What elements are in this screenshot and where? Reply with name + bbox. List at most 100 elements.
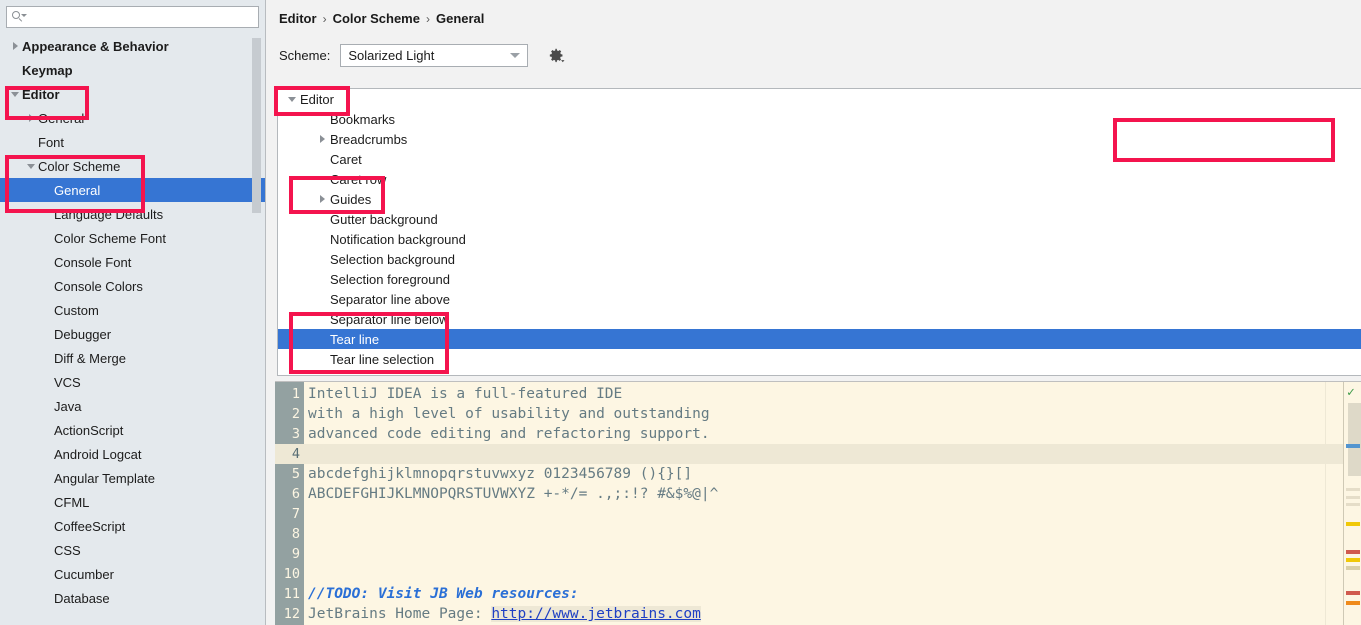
sidebar-item-debugger[interactable]: Debugger <box>0 322 265 346</box>
attribute-item-tear-line-selection[interactable]: Tear line selection <box>278 349 1361 369</box>
sidebar-item-language-defaults[interactable]: Language Defaults <box>0 202 265 226</box>
attribute-item-caret[interactable]: Caret <box>278 149 1361 169</box>
attribute-item-label: Tear line selection <box>330 351 435 367</box>
sidebar-item-java[interactable]: Java <box>0 394 265 418</box>
chevron-right-icon[interactable] <box>314 135 330 143</box>
settings-dialog: Appearance & Behavior Keymap Editor General… <box>0 0 1361 625</box>
search-box[interactable] <box>6 6 259 28</box>
sidebar-item-angular-template[interactable]: Angular Template <box>0 466 265 490</box>
error-stripe-marker[interactable] <box>1346 444 1360 448</box>
attribute-item-label: Notification background <box>330 231 466 247</box>
line-number: 6 <box>291 486 300 502</box>
sidebar-item-general[interactable]: General <box>0 106 265 130</box>
sidebar-item-label: General <box>54 182 101 198</box>
sidebar-item-android-logcat[interactable]: Android Logcat <box>0 442 265 466</box>
attribute-item-label: Gutter background <box>330 211 438 227</box>
chevron-right-icon[interactable] <box>24 114 38 122</box>
attribute-item-selection-background[interactable]: Selection background <box>278 249 1361 269</box>
line-number: 1 <box>291 386 300 402</box>
sidebar-item-label: Cucumber <box>54 566 114 582</box>
search-input[interactable] <box>26 10 253 24</box>
chevron-down-icon <box>510 53 521 58</box>
chevron-right-icon[interactable] <box>314 195 330 203</box>
sidebar-item-css[interactable]: CSS <box>0 538 265 562</box>
line-number: 7 <box>291 506 300 522</box>
error-stripe-marker[interactable] <box>1346 488 1360 491</box>
sidebar-item-label: Console Colors <box>54 278 143 294</box>
sidebar-item-diff-merge[interactable]: Diff & Merge <box>0 346 265 370</box>
sidebar-item-keymap[interactable]: Keymap <box>0 58 265 82</box>
sidebar-item-general[interactable]: General <box>0 178 265 202</box>
search-wrap <box>0 0 265 28</box>
error-stripe-marker[interactable] <box>1346 496 1360 499</box>
sidebar-item-font[interactable]: Font <box>0 130 265 154</box>
attribute-item-bookmarks[interactable]: Bookmarks <box>278 109 1361 129</box>
attribute-item-caret-row[interactable]: Caret row <box>278 169 1361 189</box>
settings-category-tree: Appearance & Behavior Keymap Editor General… <box>0 34 265 610</box>
attribute-item-selection-foreground[interactable]: Selection foreground <box>278 269 1361 289</box>
attribute-item-gutter-background[interactable]: Gutter background <box>278 209 1361 229</box>
code-hyperlink[interactable]: http://www.jetbrains.com <box>491 606 701 622</box>
sidebar-item-cfml[interactable]: CFML <box>0 490 265 514</box>
attribute-item-notification-background[interactable]: Notification background <box>278 229 1361 249</box>
error-stripe-marker-bar[interactable]: ✓ <box>1343 382 1361 625</box>
sidebar-item-label: Editor <box>22 86 60 102</box>
attribute-item-separator-line-below[interactable]: Separator line below <box>278 309 1361 329</box>
sidebar-item-label: CFML <box>54 494 90 510</box>
scheme-settings-gear-button[interactable] <box>546 46 566 66</box>
sidebar-item-label: VCS <box>54 374 81 390</box>
error-stripe-marker[interactable] <box>1346 591 1360 595</box>
attribute-item-tear-line[interactable]: Tear line <box>278 329 1361 349</box>
line-number: 5 <box>291 466 300 482</box>
attribute-item-editor[interactable]: Editor <box>278 89 1361 109</box>
chevron-down-icon[interactable] <box>284 96 300 102</box>
line-number: 4 <box>275 444 304 464</box>
attribute-item-separator-line-above[interactable]: Separator line above <box>278 289 1361 309</box>
sidebar-item-appearance-behavior[interactable]: Appearance & Behavior <box>0 34 265 58</box>
breadcrumb-item-general[interactable]: General <box>436 11 484 26</box>
attribute-item-breadcrumbs[interactable]: Breadcrumbs <box>278 129 1361 149</box>
sidebar-item-vcs[interactable]: VCS <box>0 370 265 394</box>
chevron-down-icon[interactable] <box>24 163 38 169</box>
error-stripe-marker[interactable] <box>1346 550 1360 554</box>
sidebar-scrollbar-thumb[interactable] <box>252 38 261 213</box>
sidebar-item-custom[interactable]: Custom <box>0 298 265 322</box>
breadcrumb-item-editor[interactable]: Editor <box>279 11 317 26</box>
code-line: abcdefghijklmnopqrstuvwxyz 0123456789 ()… <box>308 464 692 484</box>
error-stripe-marker[interactable] <box>1346 558 1360 562</box>
sidebar-item-database[interactable]: Database <box>0 586 265 610</box>
breadcrumb-separator-icon: › <box>425 11 430 26</box>
sidebar-item-label: CSS <box>54 542 81 558</box>
attribute-item-guides[interactable]: Guides <box>278 189 1361 209</box>
color-attributes-tree[interactable]: Editor Bookmarks Breadcrumbs Caret Caret row… <box>277 88 1361 376</box>
attribute-item-label: Caret <box>330 151 362 167</box>
code-text: advanced code editing and refactoring su… <box>308 426 710 442</box>
sidebar-item-console-colors[interactable]: Console Colors <box>0 274 265 298</box>
error-stripe-marker[interactable] <box>1346 503 1360 506</box>
sidebar-item-label: Keymap <box>22 62 73 78</box>
sidebar-item-label: Console Font <box>54 254 132 270</box>
chevron-right-icon[interactable] <box>8 42 22 50</box>
sidebar-item-cucumber[interactable]: Cucumber <box>0 562 265 586</box>
breadcrumb-item-color-scheme[interactable]: Color Scheme <box>333 11 420 26</box>
sidebar-item-editor[interactable]: Editor <box>0 82 265 106</box>
attribute-item-label: Selection foreground <box>330 271 450 287</box>
sidebar-item-label: Color Scheme Font <box>54 230 166 246</box>
sidebar-item-coffeescript[interactable]: CoffeeScript <box>0 514 265 538</box>
breadcrumb: Editor › Color Scheme › General <box>279 11 484 26</box>
sidebar-item-actionscript[interactable]: ActionScript <box>0 418 265 442</box>
marker-bar-thumb[interactable] <box>1348 403 1361 476</box>
chevron-down-icon[interactable] <box>8 91 22 97</box>
color-scheme-preview[interactable]: 12345678910111213 IntelliJ IDEA is a ful… <box>275 381 1361 625</box>
error-stripe-marker[interactable] <box>1346 601 1360 605</box>
scheme-label: Scheme: <box>279 48 331 63</box>
sidebar-item-label: Language Defaults <box>54 206 164 222</box>
sidebar-item-color-scheme-font[interactable]: Color Scheme Font <box>0 226 265 250</box>
sidebar-item-label: General <box>38 110 85 126</box>
sidebar-item-color-scheme[interactable]: Color Scheme <box>0 154 265 178</box>
scheme-select[interactable]: Solarized Light <box>340 44 529 67</box>
sidebar-item-console-font[interactable]: Console Font <box>0 250 265 274</box>
error-stripe-marker[interactable] <box>1346 522 1360 526</box>
line-number: 2 <box>291 406 300 422</box>
error-stripe-marker[interactable] <box>1346 566 1360 570</box>
